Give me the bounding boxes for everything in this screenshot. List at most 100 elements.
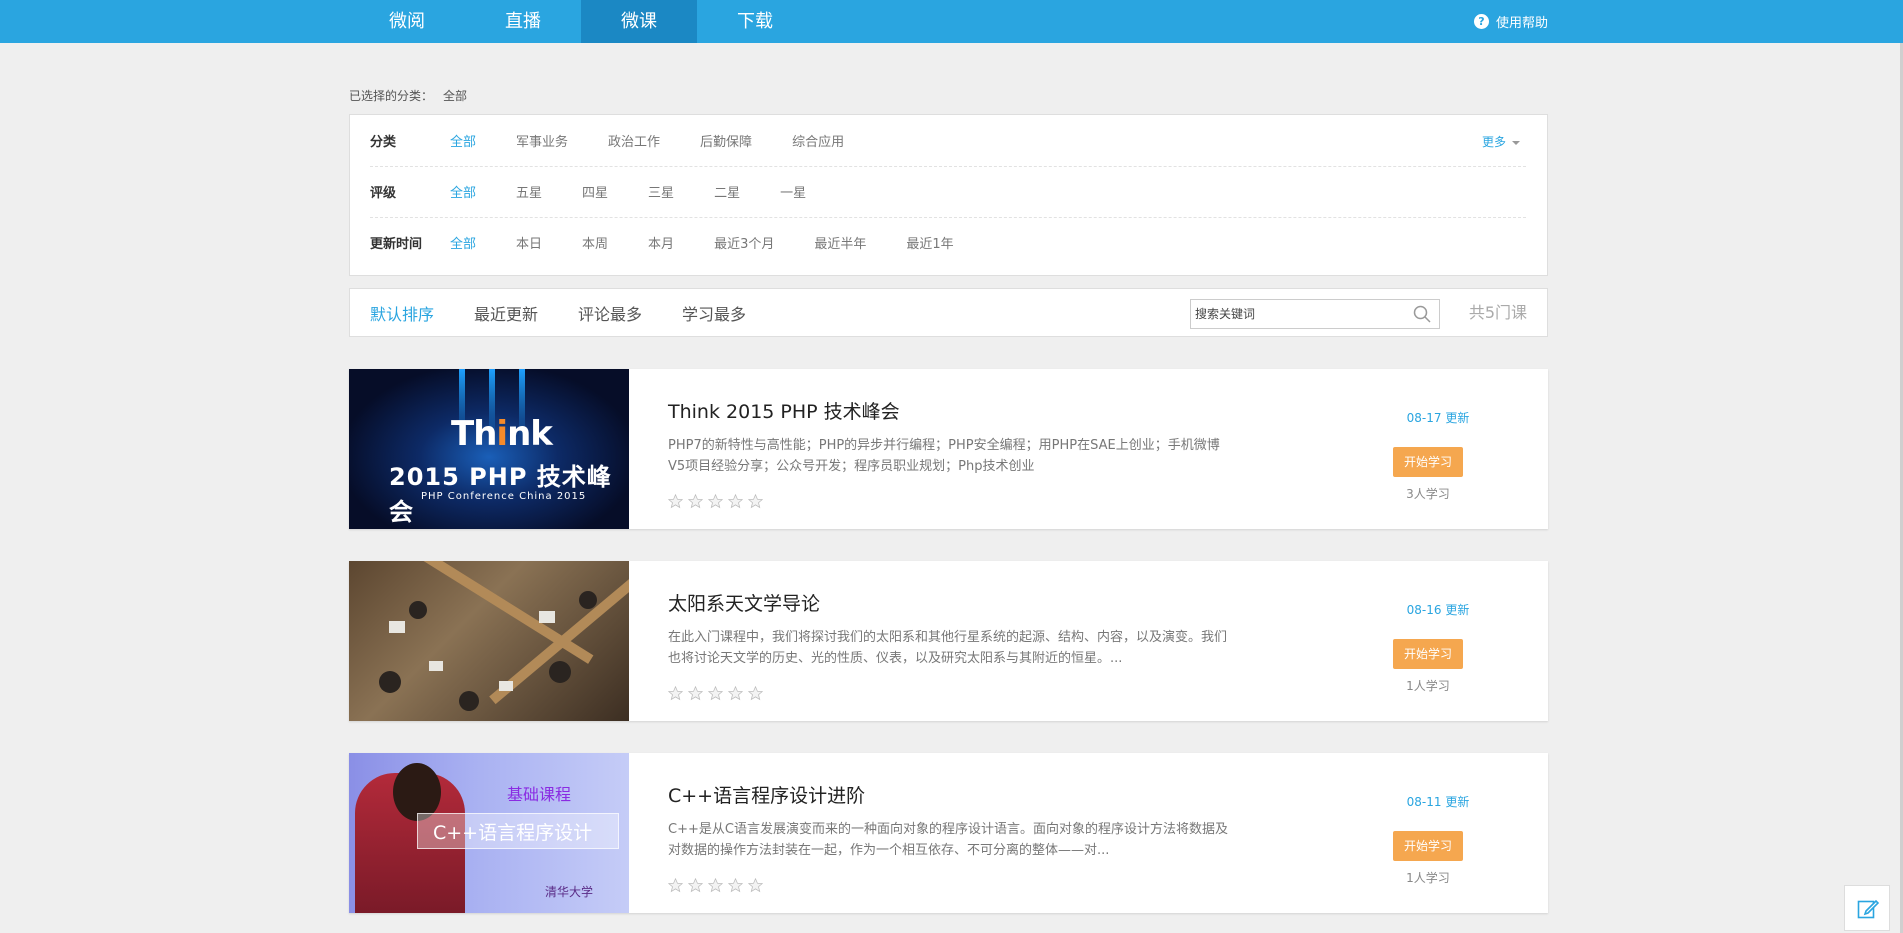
paper-shape <box>539 611 555 623</box>
thumb-brand: Think <box>451 414 553 454</box>
course-update-date: 08-16 更新 <box>1406 603 1470 617</box>
help-label: 使用帮助 <box>1495 16 1548 31</box>
filter-option[interactable]: 本周 <box>582 233 608 252</box>
learner-count: 3人学习 <box>1406 487 1450 501</box>
filter-label: 更新时间 <box>370 237 423 252</box>
help-link[interactable]: ? 使用帮助 <box>1473 0 1548 43</box>
filter-option[interactable]: 全部 <box>450 182 476 201</box>
learner-count: 1人学习 <box>1406 679 1450 693</box>
filter-option[interactable]: 最近3个月 <box>714 233 774 252</box>
question-icon: ? <box>1473 14 1489 29</box>
sort-most-learners[interactable]: 学习最多 <box>682 301 746 325</box>
thumb-brand-accent: i <box>496 414 508 454</box>
person-shape <box>379 671 401 693</box>
learner-count: 1人学习 <box>1406 871 1450 885</box>
main-nav: 微阅 直播 微课 下载 <box>349 0 813 43</box>
nav-item-zhibo[interactable]: 直播 <box>465 0 581 43</box>
star-icon <box>708 878 723 893</box>
filter-row-update-time: 更新时间 全部 本日 本周 本月 最近3个月 最近半年 最近1年 <box>370 217 1526 268</box>
course-description: PHP7的新特性与高性能；PHP的异步并行编程；PHP安全编程；用PHP在SAE… <box>668 438 1220 474</box>
search-box <box>1190 299 1440 329</box>
star-icon <box>708 686 723 701</box>
star-icon <box>728 686 743 701</box>
sort-options: 默认排序 最近更新 评论最多 学习最多 <box>370 289 786 336</box>
filter-option[interactable]: 最近半年 <box>814 233 866 252</box>
thumb-brand-suffix: nk <box>507 414 553 454</box>
star-icon <box>688 878 703 893</box>
star-icon <box>668 494 683 509</box>
course-card: Think 2015 PHP 技术峰会 PHP Conference China… <box>349 369 1548 529</box>
star-icon <box>668 686 683 701</box>
star-icon <box>708 494 723 509</box>
filter-option[interactable]: 四星 <box>582 182 608 201</box>
star-icon <box>668 878 683 893</box>
selected-category: 已选择的分类： 全部 <box>349 87 467 104</box>
star-icon <box>688 686 703 701</box>
start-learning-button[interactable]: 开始学习 <box>1393 639 1463 669</box>
course-update-date: 08-11 更新 <box>1406 795 1470 809</box>
selected-label: 已选择的分类： <box>349 89 434 103</box>
filter-option[interactable]: 全部 <box>450 131 476 150</box>
star-icon <box>728 494 743 509</box>
top-nav-bar: 微阅 直播 微课 下载 ? 使用帮助 <box>0 0 1903 43</box>
filter-option[interactable]: 五星 <box>516 182 542 201</box>
filter-option[interactable]: 后勤保障 <box>700 131 752 150</box>
course-title[interactable]: 太阳系天文学导论 <box>668 589 820 616</box>
filter-option[interactable]: 最近1年 <box>906 233 953 252</box>
nav-item-weiyue[interactable]: 微阅 <box>349 0 465 43</box>
thumb-title: C++语言程序设计 <box>433 822 593 844</box>
star-icon <box>728 878 743 893</box>
filter-option[interactable]: 本日 <box>516 233 542 252</box>
filter-row-rating: 评级 全部 五星 四星 三星 二星 一星 <box>370 166 1526 218</box>
more-button[interactable]: 更多 <box>1482 133 1520 150</box>
paper-shape <box>389 621 405 633</box>
nav-item-xiazai[interactable]: 下载 <box>697 0 813 43</box>
chevron-down-icon <box>1512 140 1520 145</box>
nav-item-weike[interactable]: 微课 <box>581 0 697 43</box>
person-shape <box>409 601 427 619</box>
course-thumbnail[interactable] <box>349 561 629 721</box>
filter-option[interactable]: 军事业务 <box>516 131 568 150</box>
filter-option[interactable]: 政治工作 <box>608 131 660 150</box>
sort-latest[interactable]: 最近更新 <box>474 301 538 325</box>
filter-option[interactable]: 综合应用 <box>792 131 844 150</box>
sort-most-comments[interactable]: 评论最多 <box>578 301 642 325</box>
course-title[interactable]: C++语言程序设计进阶 <box>668 781 865 808</box>
rating-stars <box>668 686 768 701</box>
filter-option[interactable]: 一星 <box>780 182 806 201</box>
filter-option[interactable]: 全部 <box>450 233 476 252</box>
person-shape <box>459 691 479 711</box>
course-thumbnail[interactable]: Think 2015 PHP 技术峰会 PHP Conference China… <box>349 369 629 529</box>
filter-option[interactable]: 三星 <box>648 182 674 201</box>
course-card: 基础课程 C++语言程序设计 清华大学 C++语言程序设计进阶 C++是从C语言… <box>349 753 1548 913</box>
person-shape <box>579 591 597 609</box>
more-label: 更多 <box>1481 135 1506 149</box>
course-thumbnail[interactable]: 基础课程 C++语言程序设计 清华大学 <box>349 753 629 913</box>
star-icon <box>688 494 703 509</box>
sort-default[interactable]: 默认排序 <box>370 301 434 325</box>
search-input[interactable] <box>1191 300 1409 328</box>
filter-option[interactable]: 本月 <box>648 233 674 252</box>
star-icon <box>748 494 763 509</box>
paper-shape <box>429 661 443 671</box>
filter-row-category: 分类 全部 军事业务 政治工作 后勤保障 综合应用 更多 <box>370 115 1526 167</box>
rating-stars <box>668 878 768 893</box>
edit-icon <box>1857 899 1879 919</box>
paper-shape <box>499 681 513 691</box>
start-learning-button[interactable]: 开始学习 <box>1393 447 1463 477</box>
thumb-brand-prefix: Th <box>451 414 497 454</box>
course-description: 在此入门课程中，我们将探讨我们的太阳系和其他行星系统的起源、结构、内容，以及演变… <box>668 630 1228 666</box>
selected-value: 全部 <box>443 89 468 103</box>
person-shape <box>549 661 571 683</box>
search-icon[interactable] <box>1413 305 1431 323</box>
filter-panel: 分类 全部 军事业务 政治工作 后勤保障 综合应用 更多 评级 全部 五星 四星… <box>349 114 1548 276</box>
course-description: C++是从C语言发展演变而来的一种面向对象的程序设计语言。面向对象的程序设计方法… <box>668 822 1228 858</box>
star-icon <box>748 686 763 701</box>
thumb-course-type: 基础课程 <box>507 785 572 804</box>
sort-bar: 默认排序 最近更新 评论最多 学习最多 共5门课 <box>349 288 1548 337</box>
start-learning-button[interactable]: 开始学习 <box>1393 831 1463 861</box>
edit-button[interactable] <box>1844 885 1890 931</box>
course-title[interactable]: Think 2015 PHP 技术峰会 <box>668 397 900 424</box>
filter-option[interactable]: 二星 <box>714 182 740 201</box>
filter-label: 分类 <box>370 135 397 150</box>
